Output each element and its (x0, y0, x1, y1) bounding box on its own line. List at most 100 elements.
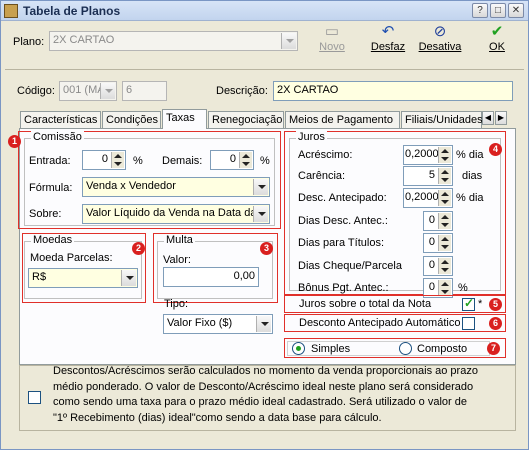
carencia-label: Carência: (298, 170, 346, 182)
desativa-label: Desativa (418, 41, 462, 53)
tab-label: Meios de Pagamento (289, 114, 393, 126)
new-icon: ▭ (324, 23, 340, 40)
footer-text: Descontos/Acréscimos serão calculados no… (53, 364, 508, 426)
footer-line: Descontos/Acréscimos serão calculados no… (53, 365, 478, 377)
disable-icon: ⊘ (433, 23, 447, 40)
formula-value: Venda x Vendedor (86, 180, 176, 192)
juros-total-checkbox[interactable] (462, 296, 475, 311)
entrada-value: 0 (101, 153, 108, 165)
check-icon: ✔ (490, 23, 504, 40)
novo-label: Novo (319, 41, 345, 53)
dias-desc-antec-input[interactable]: 0 (423, 211, 453, 231)
tab-scroll-right[interactable]: ▶ (495, 111, 507, 125)
badge-1: 1 (8, 135, 21, 148)
descricao-input[interactable]: 2X CARTAO (273, 81, 513, 101)
plano-value: 2X CARTAO (53, 34, 115, 46)
badge-4: 4 (489, 143, 502, 156)
codigo-combo[interactable]: 001 (MA (59, 81, 117, 101)
moeda-parcelas-combo[interactable]: R$ (28, 268, 138, 288)
badge-3: 3 (260, 242, 273, 255)
novo-button[interactable]: ▭ Novo (310, 23, 354, 61)
tab-label: Características (24, 114, 98, 126)
sobre-value: Valor Líquido da Venda na Data da (86, 207, 257, 219)
composto-radio[interactable] (399, 342, 412, 355)
dias-desc-antec-label: Dias Desc. Antec.: (298, 215, 388, 227)
desc-auto-checkbox[interactable] (462, 317, 475, 330)
tab-caracteristicas[interactable]: Características (20, 111, 101, 129)
moedas-caption: Moedas (31, 234, 75, 246)
spin-icon[interactable] (438, 235, 451, 251)
window: Tabela de Planos ? □ ✕ Plano: 2X CARTAO … (0, 0, 529, 450)
tab-condicoes[interactable]: Condições (102, 111, 161, 129)
tab-label: Taxas (166, 112, 195, 124)
multa-tipo-combo[interactable]: Valor Fixo ($) (163, 314, 273, 334)
demais-label: Demais: (162, 155, 203, 167)
spin-icon[interactable] (438, 280, 451, 296)
title-bar: Tabela de Planos ? □ ✕ (1, 1, 528, 21)
tab-renegociacao[interactable]: Renegociação (208, 111, 284, 129)
codigo-combo-value: 001 (MA (63, 84, 105, 96)
desfaz-button[interactable]: ↶ Desfaz (366, 23, 410, 61)
carencia-input[interactable]: 5 (403, 166, 453, 186)
acrescimo-input[interactable]: 0,2000 (403, 145, 453, 165)
divider (5, 69, 524, 70)
spin-icon[interactable] (111, 152, 124, 168)
desc-antecipado-value: 0,2000 (405, 191, 439, 203)
chevron-down-icon (253, 179, 268, 195)
desc-auto-label: Desconto Antecipado Automático (299, 317, 461, 329)
simples-radio[interactable] (292, 342, 305, 355)
dias-titulos-input[interactable]: 0 (423, 233, 453, 253)
desc-antecipado-input[interactable]: 0,2000 (403, 188, 453, 208)
bonus-pgt-antec-label: Bônus Pgt. Antec.: (298, 282, 389, 294)
tab-filiais-unidades[interactable]: Filiais/Unidades (401, 111, 483, 129)
desc-antecipado-unit: % dia (456, 192, 484, 204)
dias-cheque-parcela-input[interactable]: 0 (423, 256, 453, 276)
ok-button[interactable]: ✔ OK (475, 23, 519, 61)
spin-icon[interactable] (438, 213, 451, 229)
bonus-pgt-antec-value: 0 (428, 281, 435, 293)
footer-line: médio ponderado. O valor de Desconto/Acr… (53, 380, 474, 393)
simples-label: Simples (311, 343, 351, 355)
bonus-pgt-antec-unit: % (458, 282, 468, 294)
multa-caption: Multa (164, 234, 195, 246)
chevron-right-icon: ▶ (497, 113, 505, 122)
plano-combo[interactable]: 2X CARTAO (49, 31, 298, 51)
formula-label: Fórmula: (29, 182, 73, 194)
footer-checkbox[interactable] (28, 391, 41, 404)
entrada-input[interactable]: 0 (82, 150, 126, 170)
spin-icon[interactable] (438, 258, 451, 274)
spin-icon[interactable] (438, 147, 451, 163)
sobre-combo[interactable]: Valor Líquido da Venda na Data da (82, 204, 270, 224)
dias-titulos-value: 0 (428, 236, 435, 248)
multa-tipo-label: Tipo: (164, 298, 189, 310)
footer-line: como sendo uma taxa para o prazo médio i… (53, 396, 467, 408)
tab-label: Filiais/Unidades (405, 114, 483, 126)
spin-icon[interactable] (239, 152, 252, 168)
tab-scroll-left[interactable]: ◀ (482, 111, 494, 125)
tab-meios-pagamento[interactable]: Meios de Pagamento (285, 111, 400, 129)
codigo-number[interactable]: 6 (122, 81, 167, 101)
acrescimo-value: 0,2000 (405, 148, 439, 160)
composto-label: Composto (417, 343, 468, 355)
descricao-value: 2X CARTAO (277, 84, 339, 96)
close-button[interactable]: ✕ (508, 3, 524, 18)
juros-total-asterisk: * (478, 298, 483, 310)
juros-total-label: Juros sobre o total da Nota (299, 298, 432, 310)
app-icon (4, 4, 18, 18)
spin-icon[interactable] (438, 168, 451, 184)
multa-valor-input[interactable]: 0,00 (163, 267, 259, 287)
maximize-button[interactable]: □ (490, 3, 506, 18)
spin-icon[interactable] (438, 190, 451, 206)
demais-input[interactable]: 0 (210, 150, 254, 170)
desativa-button[interactable]: ⊘ Desativa (418, 23, 462, 61)
desc-antecipado-label: Desc. Antecipado: (298, 192, 387, 204)
formula-combo[interactable]: Venda x Vendedor (82, 177, 270, 197)
entrada-label: Entrada: (29, 155, 71, 167)
plano-label: Plano: (13, 36, 45, 48)
tab-taxas[interactable]: Taxas (162, 109, 207, 129)
chevron-down-icon (253, 206, 268, 222)
help-button[interactable]: ? (472, 3, 488, 18)
chevron-down-icon (256, 316, 271, 332)
juros-caption: Juros (296, 131, 327, 143)
acrescimo-label: Acréscimo: (298, 149, 353, 161)
